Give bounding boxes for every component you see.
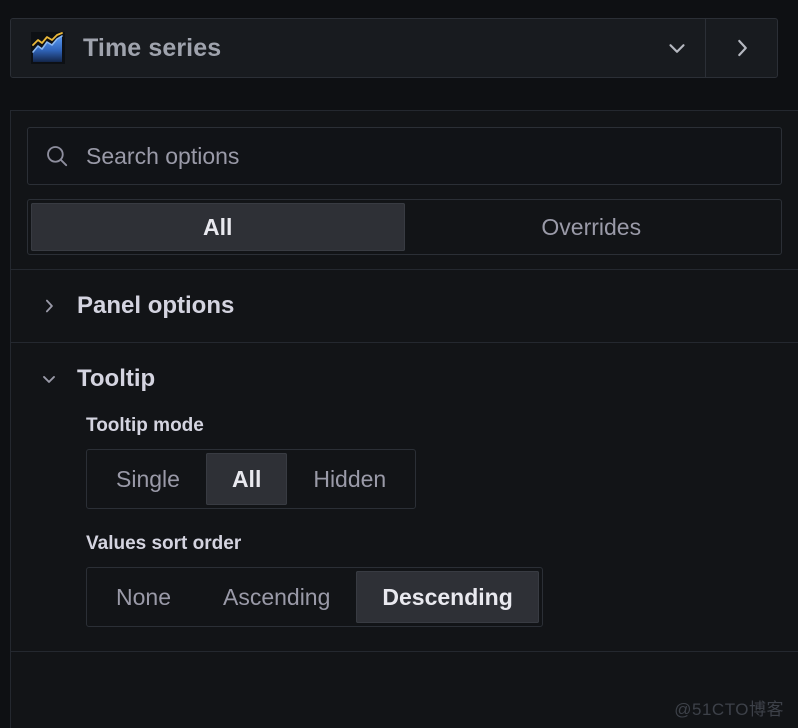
close-options-pane-button[interactable]: [705, 19, 777, 77]
values-sort-order-option-ascending[interactable]: Ascending: [197, 571, 356, 623]
section-tooltip-body: Tooltip mode Single All Hidden Values so…: [11, 415, 798, 651]
search-options-box[interactable]: [27, 127, 782, 185]
section-tooltip: Tooltip Tooltip mode Single All Hidden V…: [11, 343, 798, 652]
section-panel-options-title: Panel options: [77, 292, 235, 319]
section-panel-options: Panel options: [11, 270, 798, 343]
time-series-chart-icon: [31, 32, 65, 64]
viz-picker-title: Time series: [83, 33, 222, 62]
viz-picker-row: Time series: [10, 18, 778, 78]
chevron-right-icon: [46, 299, 53, 313]
options-pane: All Overrides Panel options Tooltip Tool…: [10, 110, 798, 728]
search-options-input[interactable]: [86, 128, 765, 184]
options-pane-toolbar: All Overrides: [11, 111, 798, 270]
tooltip-mode-option-hidden[interactable]: Hidden: [287, 453, 412, 505]
options-filter-tabs: All Overrides: [27, 199, 782, 255]
tooltip-mode-radio-group: Single All Hidden: [86, 449, 417, 509]
section-tooltip-header[interactable]: Tooltip: [11, 343, 798, 415]
tab-overrides[interactable]: Overrides: [405, 203, 779, 251]
tab-all[interactable]: All: [31, 203, 405, 251]
field-values-sort-order: Values sort order None Ascending Descend…: [86, 533, 782, 627]
tooltip-mode-option-all[interactable]: All: [205, 453, 288, 505]
field-tooltip-mode-label: Tooltip mode: [86, 415, 204, 436]
section-tooltip-title: Tooltip: [77, 365, 156, 392]
viz-picker-button[interactable]: Time series: [11, 19, 649, 77]
chevron-right-icon: [737, 39, 747, 57]
values-sort-order-option-none[interactable]: None: [90, 571, 197, 623]
values-sort-order-option-descending[interactable]: Descending: [356, 571, 539, 623]
search-icon: [47, 146, 68, 167]
tooltip-mode-option-single[interactable]: Single: [90, 453, 206, 505]
chevron-down-icon: [43, 376, 55, 383]
field-values-sort-order-label: Values sort order: [86, 533, 242, 554]
chevron-down-icon: [669, 44, 685, 53]
values-sort-order-radio-group: None Ascending Descending: [86, 567, 543, 627]
section-panel-options-header[interactable]: Panel options: [11, 270, 798, 342]
viz-picker-dropdown-button[interactable]: [649, 19, 705, 77]
field-tooltip-mode: Tooltip mode Single All Hidden: [86, 415, 782, 509]
